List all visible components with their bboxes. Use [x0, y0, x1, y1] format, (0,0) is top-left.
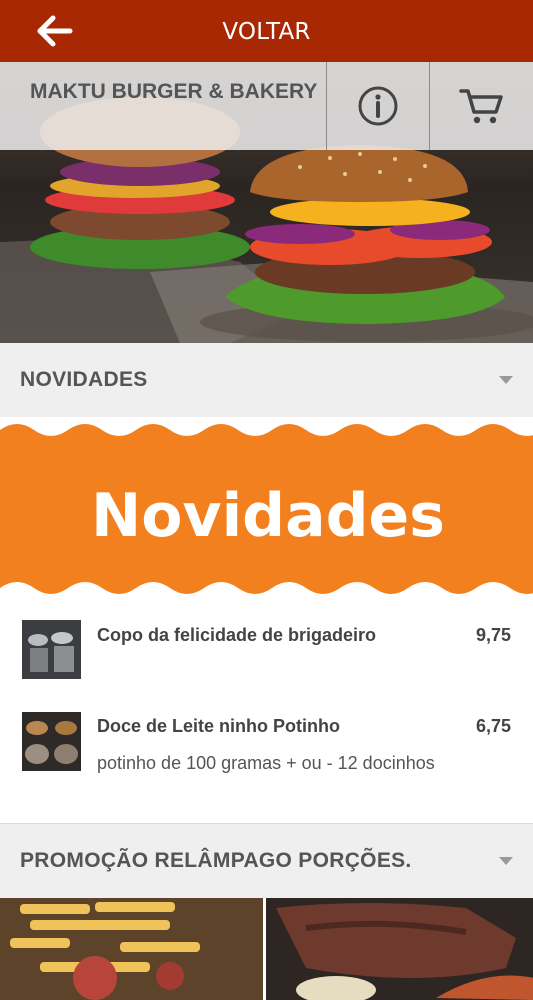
product-name: Doce de Leite ninho Potinho: [97, 716, 340, 736]
section-title: NOVIDADES: [20, 368, 148, 391]
novidades-banner: Novidades: [0, 418, 533, 603]
product-thumbnail: [22, 620, 81, 679]
product-item[interactable]: Copo da felicidade de brigadeiro 9,75: [0, 603, 533, 696]
banner-image: Novidades: [0, 424, 533, 594]
fries-photo: [0, 898, 263, 1000]
steak-photo: [266, 898, 533, 1000]
store-hero: MAKTU BURGER & BAKERY: [0, 62, 533, 343]
section-header-novidades[interactable]: NOVIDADES: [0, 343, 533, 417]
store-name: MAKTU BURGER & BAKERY: [30, 80, 318, 103]
product-price: 9,75: [475, 625, 511, 645]
product-item[interactable]: Doce de Leite ninho Potinho 6,75 potinho…: [0, 695, 533, 824]
cart-button[interactable]: [429, 62, 532, 150]
section-header-promocao[interactable]: PROMOÇÃO RELÂMPAGO PORÇÕES.: [0, 824, 533, 898]
product-name: Copo da felicidade de brigadeiro: [97, 625, 377, 645]
product-description: potinho de 100 gramas + ou - 12 docinhos: [97, 753, 435, 773]
info-icon: [358, 86, 398, 126]
back-label[interactable]: VOLTAR: [0, 0, 533, 62]
section-title: PROMOÇÃO RELÂMPAGO PORÇÕES.: [20, 849, 412, 872]
info-button[interactable]: [326, 62, 429, 150]
cart-icon: [459, 89, 503, 124]
store-header: MAKTU BURGER & BAKERY: [0, 62, 533, 150]
banner-text: Novidades: [91, 481, 445, 551]
top-bar: VOLTAR: [0, 0, 533, 62]
chevron-down-icon: [499, 376, 513, 384]
chevron-down-icon: [499, 857, 513, 865]
product-price: 6,75: [475, 716, 511, 736]
promo-images: [0, 898, 533, 1000]
